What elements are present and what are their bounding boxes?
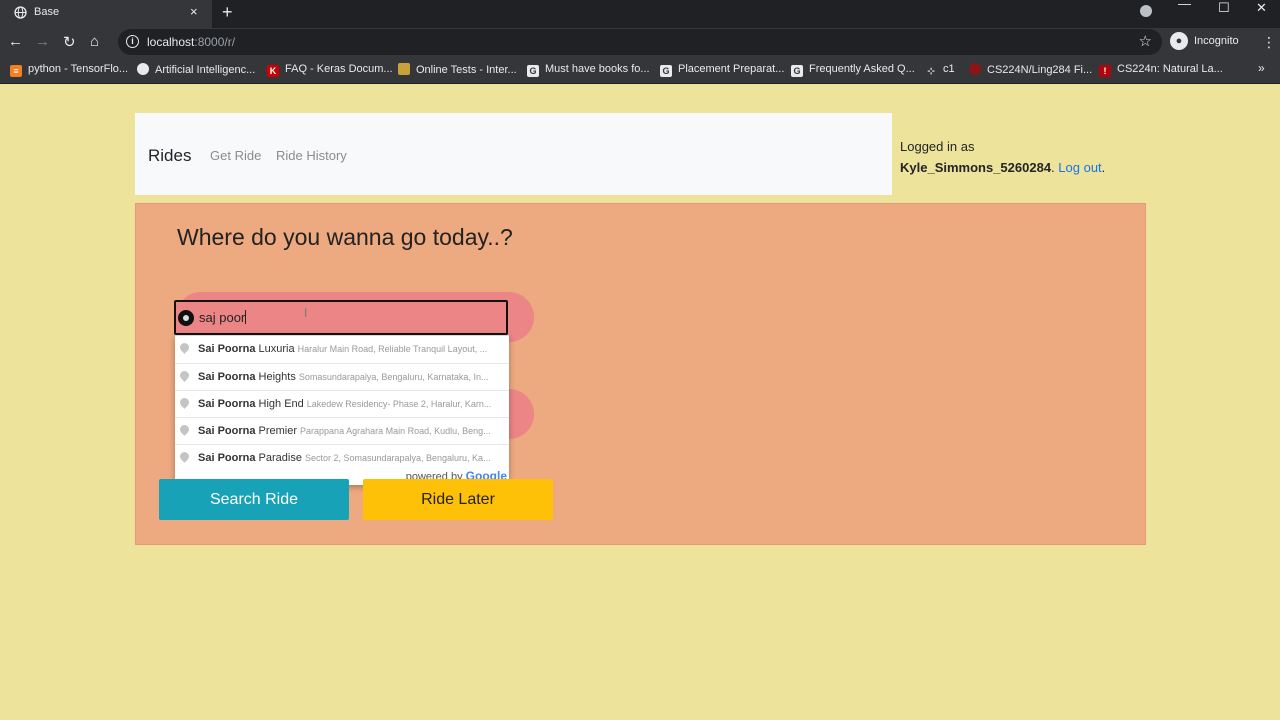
bookmarks-bar: ≡ python - TensorFlo... Artificial Intell… <box>0 56 1280 84</box>
map-pin-icon <box>178 396 191 409</box>
autocomplete-dropdown: Sai Poorna Luxuria Haralur Main Road, Rel… <box>175 335 509 485</box>
suggestion-item[interactable]: Sai Poorna Heights Somasundarapalya, Beng… <box>175 363 509 390</box>
username: Kyle_Simmons_5260284 <box>900 160 1052 175</box>
bookmark-item[interactable]: G Frequently Asked Q... <box>791 63 915 77</box>
bookmark-item[interactable]: ⊹ c1 <box>925 63 954 77</box>
bookmark-item[interactable]: ≡ python - TensorFlo... <box>10 63 128 77</box>
bookmark-item[interactable]: K FAQ - Keras Docum... <box>267 63 393 77</box>
gfg-icon: G <box>791 65 803 77</box>
suggestion-item[interactable]: Sai Poorna Premier Parappana Agrahara Mai… <box>175 417 509 444</box>
bookmark-item[interactable]: G Placement Preparat... <box>660 63 784 77</box>
pickup-search-input[interactable]: saj poor <box>174 300 508 335</box>
page-heading: Where do you wanna go today..? <box>177 224 513 250</box>
suggestion-item[interactable]: Sai Poorna Paradise Sector 2, Somasundara… <box>175 444 509 471</box>
browser-tab-bar: Base × + — ☐ ✕ <box>0 0 1280 28</box>
search-input-value: saj poor <box>199 310 247 325</box>
stanford-icon <box>969 63 981 75</box>
site-navbar: Rides Get Ride Ride History <box>135 113 892 195</box>
ride-panel: Where do you wanna go today..? saj poor … <box>135 203 1146 545</box>
map-pin-icon <box>178 341 191 354</box>
more-bookmarks-icon[interactable]: » <box>1258 61 1265 75</box>
incognito-icon: ● <box>1170 32 1188 50</box>
tab-search-icon[interactable] <box>1140 5 1152 17</box>
browser-toolbar: ← → ↻ ⌂ i localhost:8000/r/ ☆ ● Incognito… <box>0 28 1280 56</box>
stackoverflow-icon: ≡ <box>10 65 22 77</box>
map-pin-icon <box>178 423 191 436</box>
new-tab-button[interactable]: + <box>222 2 233 23</box>
logged-in-label: Logged in as <box>900 139 975 154</box>
browser-tab[interactable]: Base × <box>0 0 212 28</box>
brand-link[interactable]: Rides <box>148 146 191 166</box>
window-close-icon[interactable]: ✕ <box>1256 0 1267 16</box>
address-bar[interactable]: i localhost:8000/r/ ☆ <box>118 29 1162 55</box>
info-icon[interactable]: i <box>126 35 139 48</box>
back-icon[interactable]: ← <box>8 33 23 50</box>
suggestion-item[interactable]: Sai Poorna Luxuria Haralur Main Road, Rel… <box>175 336 509 363</box>
bookmark-star-icon[interactable]: ☆ <box>1139 32 1152 50</box>
ride-later-button[interactable]: Ride Later <box>363 479 553 520</box>
minimize-icon[interactable]: — <box>1178 0 1191 11</box>
menu-icon[interactable]: ⋮ <box>1262 34 1276 51</box>
url-text: localhost:8000/r/ <box>147 35 236 49</box>
bookmark-item[interactable]: CS224N/Ling284 Fi... <box>969 63 1092 76</box>
globe-icon <box>14 6 27 22</box>
location-radio-icon[interactable] <box>178 310 194 326</box>
home-icon[interactable]: ⌂ <box>90 33 99 50</box>
bookmark-item[interactable]: ! CS224n: Natural La... <box>1099 63 1223 77</box>
bookmark-item[interactable]: G Must have books fo... <box>527 63 650 77</box>
keras-icon: K <box>267 65 279 77</box>
login-info: Logged in as Kyle_Simmons_5260284. Log o… <box>900 136 1105 178</box>
map-pin-icon <box>178 369 191 382</box>
map-pin-icon <box>178 450 191 463</box>
stanford-icon: ! <box>1099 65 1111 77</box>
search-ride-button[interactable]: Search Ride <box>159 479 349 520</box>
gfg-icon: G <box>527 65 539 77</box>
tab-close-icon[interactable]: × <box>190 4 198 19</box>
incognito-indicator[interactable]: ● Incognito <box>1170 32 1239 50</box>
nav-ride-history[interactable]: Ride History <box>276 148 347 163</box>
nav-get-ride[interactable]: Get Ride <box>210 148 261 163</box>
text-cursor-icon: I <box>304 306 308 320</box>
gfg-icon: G <box>660 65 672 77</box>
logout-link[interactable]: Log out <box>1058 160 1101 175</box>
bookmark-item[interactable]: Artificial Intelligenc... <box>137 63 255 76</box>
bookmark-item[interactable]: Online Tests - Inter... <box>398 63 517 76</box>
reload-icon[interactable]: ↻ <box>63 33 76 51</box>
maximize-icon[interactable]: ☐ <box>1218 0 1230 16</box>
suggestion-item[interactable]: Sai Poorna High End Lakedew Residency- Ph… <box>175 390 509 417</box>
forward-icon[interactable]: → <box>35 33 50 50</box>
site-icon: ⊹ <box>927 66 935 76</box>
tab-title: Base <box>34 6 60 18</box>
site-icon <box>398 63 410 75</box>
site-icon <box>137 63 149 75</box>
